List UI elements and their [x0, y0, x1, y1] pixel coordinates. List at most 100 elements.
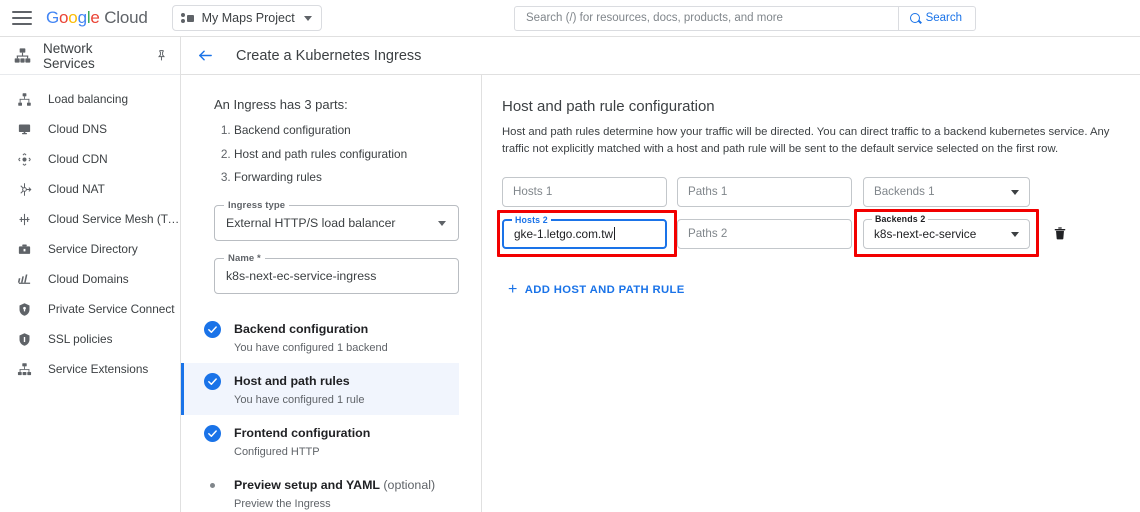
host-path-rule-title: Host and path rule configuration: [502, 98, 1140, 115]
hosts-cell: Hosts 2 gke-1.letgo.com.tw: [502, 219, 667, 249]
ingress-part-item: Host and path rules configuration: [234, 147, 459, 162]
backends-cell: Backends 2 k8s-next-ec-service: [863, 219, 1030, 249]
main-content: Create a Kubernetes Ingress An Ingress h…: [181, 37, 1140, 512]
ingress-name-value: k8s-next-ec-service-ingress: [226, 269, 376, 283]
back-arrow-icon[interactable]: [197, 47, 214, 64]
sidebar-item-service-extensions[interactable]: Service Extensions: [0, 354, 180, 384]
wizard-steps: Backend configuration You have configure…: [214, 311, 459, 512]
sidebar-item-label: Service Directory: [48, 242, 138, 256]
hosts-placeholder-1: Hosts 1: [513, 185, 552, 198]
ingress-type-value: External HTTP/S load balancer: [226, 216, 396, 230]
paths-input-2[interactable]: Paths 2: [677, 219, 852, 249]
sidebar-item-label: Cloud DNS: [48, 122, 107, 136]
trash-icon[interactable]: [1051, 221, 1069, 247]
add-host-and-path-rule-label: ADD HOST AND PATH RULE: [525, 284, 685, 296]
ingress-name-field[interactable]: Name * k8s-next-ec-service-ingress: [214, 258, 459, 294]
project-selector[interactable]: My Maps Project: [172, 5, 322, 31]
private-service-connect-icon: [16, 301, 32, 317]
sidebar-item-cloud-domains[interactable]: Cloud Domains: [0, 264, 180, 294]
host-path-rule-row: Hosts 2 gke-1.letgo.com.tw Paths 2 Backe…: [502, 219, 1140, 249]
step-subtitle: You have configured 1 rule: [234, 394, 364, 406]
cloud-domains-icon: [16, 271, 32, 287]
sidebar-item-label: SSL policies: [48, 332, 112, 346]
logo-cloud-text: Cloud: [104, 8, 147, 27]
service-extensions-icon: [16, 361, 32, 377]
sidebar-title: Network Services: [43, 41, 143, 71]
add-host-and-path-rule-button[interactable]: + ADD HOST AND PATH RULE: [502, 276, 694, 304]
hamburger-menu-icon[interactable]: [12, 11, 32, 25]
ingress-config-panel: An Ingress has 3 parts: Backend configur…: [181, 75, 481, 512]
global-search: Search: [514, 6, 976, 31]
host-path-rule-row: Hosts 1 Paths 1 Backends 1: [502, 177, 1140, 207]
step-subtitle: Configured HTTP: [234, 446, 370, 458]
search-input[interactable]: [515, 11, 898, 25]
page-header: Create a Kubernetes Ingress: [181, 37, 1140, 75]
ingress-part-item: Forwarding rules: [234, 170, 459, 185]
sidebar-header: Network Services: [0, 37, 180, 75]
project-switcher-icon: [181, 12, 195, 24]
step-backend-configuration[interactable]: Backend configuration You have configure…: [181, 311, 459, 363]
sidebar-item-cloud-cdn[interactable]: Cloud CDN: [0, 144, 180, 174]
project-selector-label: My Maps Project: [202, 11, 295, 25]
paths-input-1[interactable]: Paths 1: [677, 177, 852, 207]
step-status-icon: [204, 373, 221, 390]
host-path-rule-panel: Host and path rule configuration Host an…: [482, 75, 1140, 512]
hosts-label-2: Hosts 2: [512, 215, 551, 225]
step-preview-setup-and-yaml[interactable]: Preview setup and YAML (optional) Previe…: [181, 467, 459, 512]
cloud-nat-icon: [16, 181, 32, 197]
backends-select-2[interactable]: Backends 2 k8s-next-ec-service: [863, 219, 1030, 249]
hosts-input-2[interactable]: Hosts 2 gke-1.letgo.com.tw: [502, 219, 667, 249]
service-directory-icon: [16, 241, 32, 257]
ingress-type-select[interactable]: Ingress type External HTTP/S load balanc…: [214, 205, 459, 241]
sidebar: Network Services Load balancing Cloud DN…: [0, 37, 181, 512]
search-button[interactable]: Search: [898, 7, 975, 30]
sidebar-item-cloud-service-mesh[interactable]: Cloud Service Mesh (Traffic ...: [0, 204, 180, 234]
sidebar-item-label: Cloud Service Mesh (Traffic ...: [48, 212, 180, 226]
hosts-input-1[interactable]: Hosts 1: [502, 177, 667, 207]
sidebar-item-cloud-nat[interactable]: Cloud NAT: [0, 174, 180, 204]
ingress-type-label: Ingress type: [224, 200, 289, 211]
step-subtitle: You have configured 1 backend: [234, 342, 388, 354]
pin-icon[interactable]: [155, 49, 168, 62]
check-circle-icon: [204, 373, 221, 390]
sidebar-item-label: Cloud Domains: [48, 272, 129, 286]
search-button-label: Search: [926, 12, 962, 24]
sidebar-item-label: Cloud NAT: [48, 182, 105, 196]
cloud-service-mesh-icon: [16, 211, 32, 227]
sidebar-item-cloud-dns[interactable]: Cloud DNS: [0, 114, 180, 144]
sidebar-items: Load balancing Cloud DNS Cloud CDN Cloud…: [0, 75, 180, 384]
step-subtitle: Preview the Ingress: [234, 498, 435, 510]
hosts-value-2: gke-1.letgo.com.tw: [514, 227, 613, 241]
panes: An Ingress has 3 parts: Backend configur…: [181, 75, 1140, 512]
search-icon: [910, 13, 921, 24]
sidebar-item-label: Cloud CDN: [48, 152, 108, 166]
ingress-part-item: Backend configuration: [234, 123, 459, 138]
host-path-rule-description: Host and path rules determine how your t…: [502, 124, 1122, 158]
step-frontend-configuration[interactable]: Frontend configuration Configured HTTP: [181, 415, 459, 467]
sidebar-item-private-service-connect[interactable]: Private Service Connect: [0, 294, 180, 324]
step-title: Backend configuration: [234, 322, 368, 336]
check-circle-icon: [204, 425, 221, 442]
step-status-icon: [204, 477, 221, 494]
load-balancing-icon: [16, 91, 32, 107]
sidebar-item-label: Service Extensions: [48, 362, 148, 376]
paths-cell: Paths 2: [677, 219, 852, 249]
step-status-icon: [204, 321, 221, 338]
backends-placeholder-1: Backends 1: [874, 185, 935, 198]
network-services-icon: [13, 47, 31, 65]
chevron-down-icon: [1011, 190, 1019, 195]
paths-placeholder-1: Paths 1: [688, 185, 727, 198]
backends-select-1[interactable]: Backends 1: [863, 177, 1030, 207]
sidebar-item-load-balancing[interactable]: Load balancing: [0, 84, 180, 114]
dot-icon: [204, 477, 221, 494]
google-cloud-logo[interactable]: Google Cloud: [46, 8, 148, 28]
cloud-cdn-icon: [16, 151, 32, 167]
sidebar-item-ssl-policies[interactable]: SSL policies: [0, 324, 180, 354]
sidebar-item-service-directory[interactable]: Service Directory: [0, 234, 180, 264]
chevron-down-icon: [1011, 232, 1019, 237]
step-title: Preview setup and YAML: [234, 478, 380, 492]
plus-icon: +: [508, 282, 518, 298]
step-optional-tag: (optional): [380, 478, 435, 492]
hosts-cell: Hosts 1: [502, 177, 667, 207]
step-host-and-path-rules[interactable]: Host and path rules You have configured …: [181, 363, 459, 415]
